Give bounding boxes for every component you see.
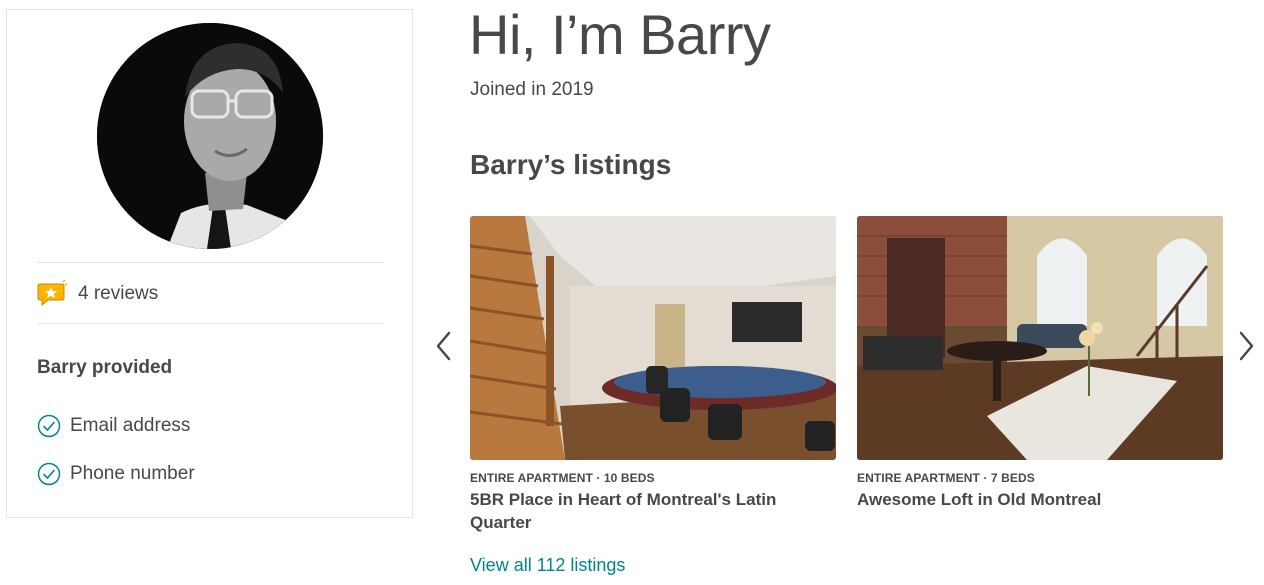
- page-title: Hi, I’m Barry: [469, 3, 771, 66]
- verification-item-phone: Phone number: [37, 461, 195, 487]
- listing-card[interactable]: ENTIRE APARTMENT · 7 BEDS Awesome Loft i…: [857, 216, 1223, 511]
- listing-title[interactable]: 5BR Place in Heart of Montreal's Latin Q…: [470, 488, 836, 534]
- reviews-link[interactable]: 4 reviews: [37, 278, 158, 310]
- listing-meta: ENTIRE APARTMENT · 7 BEDS: [857, 471, 1035, 485]
- profile-page: 4 reviews Barry provided Email address P…: [0, 0, 1264, 585]
- joined-date: Joined in 2019: [470, 79, 594, 100]
- chevron-left-icon[interactable]: [434, 330, 454, 362]
- profile-card: 4 reviews Barry provided Email address P…: [6, 9, 413, 518]
- listing-meta: ENTIRE APARTMENT · 10 BEDS: [470, 471, 655, 485]
- reviews-count: 4 reviews: [78, 283, 159, 304]
- divider: [37, 262, 384, 263]
- chevron-right-icon[interactable]: [1236, 330, 1256, 362]
- divider: [37, 323, 384, 324]
- review-badge-icon: [37, 280, 67, 307]
- avatar: [97, 23, 323, 249]
- verification-item-email: Email address: [37, 413, 190, 439]
- listing-title[interactable]: Awesome Loft in Old Montreal: [857, 488, 1223, 511]
- verification-label: Email address: [70, 415, 191, 436]
- listing-photo[interactable]: [857, 216, 1223, 460]
- check-circle-icon: [37, 462, 61, 486]
- verification-label: Phone number: [70, 463, 195, 484]
- provided-heading: Barry provided: [37, 357, 173, 378]
- listing-photo[interactable]: [470, 216, 836, 460]
- check-circle-icon: [37, 414, 61, 438]
- listing-card[interactable]: ENTIRE APARTMENT · 10 BEDS 5BR Place in …: [470, 216, 836, 534]
- listings-heading: Barry’s listings: [470, 149, 672, 180]
- view-all-listings-link[interactable]: View all 112 listings: [470, 555, 625, 576]
